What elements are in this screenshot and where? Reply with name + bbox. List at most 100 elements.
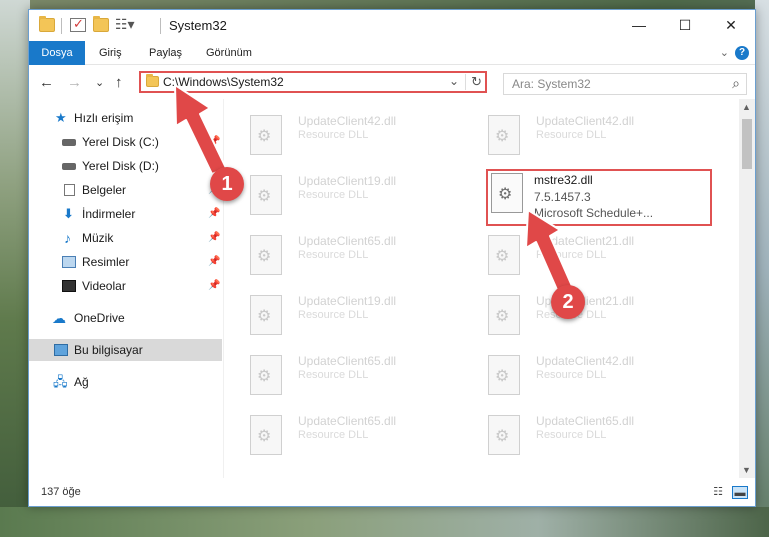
address-dropdown-icon[interactable]: ⌄: [449, 74, 459, 88]
close-button[interactable]: ✕: [708, 10, 754, 41]
tab-paylas[interactable]: Paylaş: [139, 41, 192, 65]
address-path[interactable]: C:\Windows\System32: [163, 75, 284, 89]
sidebar-item-this-pc[interactable]: Bu bilgisayar: [29, 339, 222, 361]
tab-dosya[interactable]: Dosya: [29, 41, 85, 65]
vertical-scrollbar[interactable]: ▲ ▼: [739, 99, 755, 478]
network-icon: 🖧: [53, 374, 68, 389]
back-arrow-icon[interactable]: ←: [39, 74, 54, 91]
file-item[interactable]: UpdateClient65.dll Resource DLL: [224, 229, 454, 285]
dll-file-icon: [488, 235, 520, 275]
sidebar-item-label: Yerel Disk (C:): [82, 135, 159, 149]
sidebar-item-label: Belgeler: [82, 183, 127, 197]
sidebar-item-downloads[interactable]: ⬇ İndirmeler 📌: [29, 203, 222, 225]
ribbon-tabs: Dosya Giriş Paylaş Görünüm ⌄ ?: [29, 41, 755, 65]
file-item[interactable]: UpdateClient42.dll Resource DLL: [224, 109, 454, 165]
address-bar[interactable]: C:\Windows\System32 ⌄ ↻: [139, 71, 487, 93]
dll-file-icon: [250, 415, 282, 455]
title-bar: ☷▾ System32 — ☐ ✕: [29, 10, 755, 41]
scroll-up-arrow-icon[interactable]: ▲: [742, 102, 751, 112]
sidebar-item-network[interactable]: 🖧 Ağ: [29, 371, 222, 393]
star-icon: ★: [55, 110, 67, 125]
forward-arrow-icon[interactable]: →: [67, 74, 82, 91]
sidebar-item-label: Ağ: [74, 375, 89, 389]
file-explorer-window: ☷▾ System32 — ☐ ✕ Dosya Giriş Paylaş Gör…: [28, 9, 756, 507]
file-name: UpdateClient65.dll: [298, 414, 397, 428]
file-item[interactable]: UpdateClient42.dll Resource DLL: [462, 109, 692, 165]
dll-file-icon: [488, 295, 520, 335]
dll-file-icon: [250, 355, 282, 395]
large-icons-view-icon[interactable]: ▬: [732, 486, 748, 499]
file-name: UpdateClient65.dll: [298, 354, 397, 368]
file-description: Resource DLL: [298, 129, 369, 141]
search-box[interactable]: Ara: System32 ⌕: [503, 73, 747, 95]
tab-gorunum[interactable]: Görünüm: [196, 41, 262, 65]
dll-file-icon: [250, 175, 282, 215]
pin-icon: 📌: [208, 256, 221, 267]
scroll-down-arrow-icon[interactable]: ▼: [742, 465, 751, 475]
file-name: UpdateClient42.dll: [536, 354, 635, 368]
refresh-icon[interactable]: ↻: [465, 74, 482, 90]
disk-icon: [62, 163, 76, 170]
scrollbar-thumb[interactable]: [742, 119, 752, 169]
navigation-bar: ← → ⌄ ↑ C:\Windows\System32 ⌄ ↻ Ara: Sys…: [29, 66, 755, 98]
help-icon[interactable]: ?: [735, 46, 749, 60]
sidebar-item-quick-access[interactable]: ★ Hızlı erişim: [29, 107, 222, 129]
expand-ribbon-icon[interactable]: ⌄: [720, 46, 729, 59]
file-item[interactable]: UpdateClient65.dll Resource DLL: [224, 349, 454, 405]
file-description: Resource DLL: [298, 369, 369, 381]
file-name: UpdateClient42.dll: [536, 114, 635, 128]
sidebar-item-label: OneDrive: [74, 311, 125, 325]
recent-locations-icon[interactable]: ⌄: [95, 76, 104, 89]
search-icon[interactable]: ⌕: [732, 75, 740, 92]
file-name: mstre32.dll: [534, 173, 593, 187]
minimize-button[interactable]: —: [616, 10, 662, 41]
file-name: UpdateClient65.dll: [536, 414, 635, 428]
file-name: UpdateClient21.dll: [536, 234, 635, 248]
file-description: Resource DLL: [298, 309, 369, 321]
music-icon: ♪: [64, 230, 71, 246]
sidebar-item-label: Hızlı erişim: [74, 111, 134, 125]
pin-icon: 📌: [208, 136, 221, 147]
disk-icon: [62, 139, 76, 146]
onedrive-icon: ☁: [52, 310, 66, 326]
sidebar-item-onedrive[interactable]: ☁ OneDrive: [29, 307, 222, 329]
up-arrow-icon[interactable]: ↑: [115, 74, 123, 91]
desktop-background-left: [0, 0, 30, 537]
sidebar-item-label: Bu bilgisayar: [74, 343, 143, 357]
file-item[interactable]: UpdateClient21.dll Resource DLL: [462, 229, 692, 285]
properties-check-icon[interactable]: [70, 16, 86, 32]
file-description: Resource DLL: [536, 369, 607, 381]
sidebar-item-documents[interactable]: Belgeler 📌: [29, 179, 222, 201]
new-folder-icon[interactable]: [93, 16, 109, 32]
sidebar-item-pictures[interactable]: Resimler 📌: [29, 251, 222, 273]
sidebar-item-label: Videolar: [82, 279, 126, 293]
sidebar-item-local-disk-d[interactable]: Yerel Disk (D:) 📌: [29, 155, 222, 177]
dll-file-icon: [250, 235, 282, 275]
file-item[interactable]: UpdateClient42.dll Resource DLL: [462, 349, 692, 405]
pin-icon: 📌: [208, 280, 221, 291]
file-item[interactable]: UpdateClient19.dll Resource DLL: [224, 289, 454, 345]
file-item[interactable]: UpdateClient19.dll Resource DLL: [224, 169, 454, 225]
sidebar-item-videos[interactable]: Videolar 📌: [29, 275, 222, 297]
sidebar-item-local-disk-c[interactable]: Yerel Disk (C:) 📌: [29, 131, 222, 153]
details-view-icon[interactable]: ☷: [710, 486, 726, 499]
sidebar-item-music[interactable]: ♪ Müzik 📌: [29, 227, 222, 249]
downloads-icon: ⬇: [63, 206, 74, 221]
file-list: UpdateClient42.dll Resource DLL UpdateCl…: [223, 99, 739, 478]
this-pc-icon: [54, 344, 68, 356]
sidebar-item-label: Resimler: [82, 255, 130, 269]
tab-giris[interactable]: Giriş: [89, 41, 132, 65]
maximize-button[interactable]: ☐: [662, 10, 708, 41]
file-description: Resource DLL: [536, 249, 607, 261]
dll-file-icon: [250, 295, 282, 335]
sidebar-item-label: Yerel Disk (D:): [82, 159, 159, 173]
customize-toolbar-icon[interactable]: ☷▾: [115, 16, 137, 32]
file-item-mstre32[interactable]: mstre32.dll 7.5.1457.3 Microsoft Schedul…: [486, 169, 712, 226]
file-name: UpdateClient19.dll: [298, 174, 397, 188]
toolbar-divider: [160, 18, 161, 34]
navigation-pane: ★ Hızlı erişim Yerel Disk (C:) 📌 Yerel D…: [29, 99, 222, 478]
file-item[interactable]: UpdateClient65.dll Resource DLL: [224, 409, 454, 465]
file-name: UpdateClient42.dll: [298, 114, 397, 128]
file-item[interactable]: UpdateClient65.dll Resource DLL: [462, 409, 692, 465]
pin-icon: 📌: [208, 208, 221, 219]
